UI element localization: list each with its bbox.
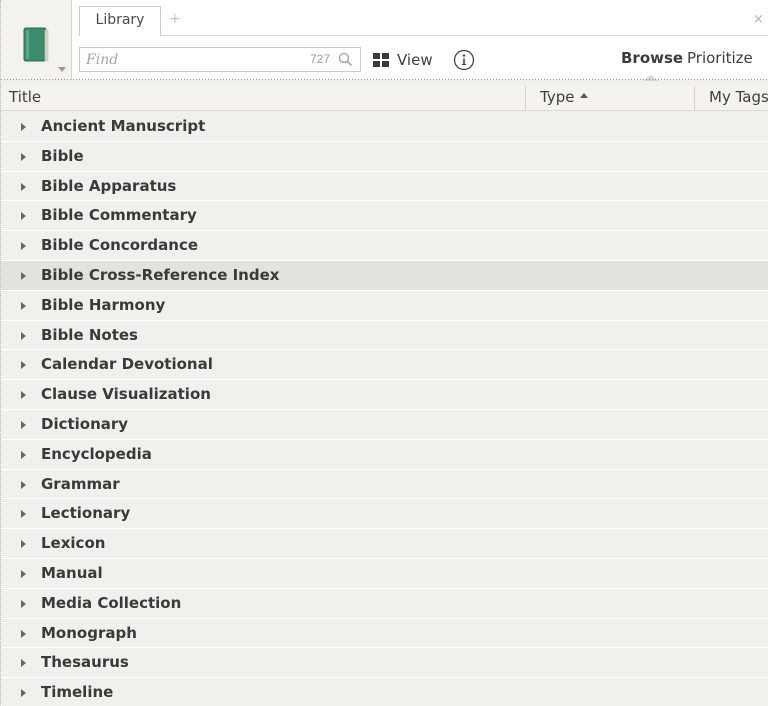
column-type-label: Type xyxy=(540,88,575,106)
add-tab-icon[interactable]: + xyxy=(169,11,181,27)
expand-arrow-icon[interactable] xyxy=(21,510,26,519)
find-box: 727 xyxy=(79,47,361,72)
expand-arrow-icon[interactable] xyxy=(21,450,26,459)
grid-icon xyxy=(373,53,389,67)
list-item[interactable]: Thesaurus xyxy=(1,648,768,679)
expand-arrow-icon[interactable] xyxy=(21,123,26,131)
expand-arrow-icon[interactable] xyxy=(21,480,26,489)
list-item-label: Clause Visualization xyxy=(41,385,211,404)
list-item-label: Bible Notes xyxy=(41,325,138,344)
expand-arrow-icon[interactable] xyxy=(21,331,26,340)
list-item-label: Manual xyxy=(41,563,103,582)
expand-arrow-icon[interactable] xyxy=(21,212,26,221)
list-item[interactable]: Bible Concordance xyxy=(1,231,768,261)
expand-arrow-icon[interactable] xyxy=(21,569,26,578)
list-item[interactable]: Calendar Devotional xyxy=(1,350,768,381)
search-icon[interactable] xyxy=(338,52,353,67)
list-item[interactable]: Bible Apparatus xyxy=(1,172,768,202)
toolbar-divider xyxy=(1,79,768,80)
expand-arrow-icon[interactable] xyxy=(21,659,26,668)
expand-arrow-icon[interactable] xyxy=(21,689,26,698)
expand-arrow-icon[interactable] xyxy=(21,182,26,191)
list-item-label: Media Collection xyxy=(41,593,182,612)
list-item-label: Encyclopedia xyxy=(41,444,152,463)
list-item[interactable]: Lectionary xyxy=(1,499,768,530)
sort-ascending-icon xyxy=(580,93,589,98)
expand-arrow-icon[interactable] xyxy=(21,242,26,251)
expand-arrow-icon[interactable] xyxy=(21,271,26,280)
expand-arrow-icon[interactable] xyxy=(21,599,26,608)
column-type[interactable]: Type xyxy=(540,88,589,106)
expand-arrow-icon[interactable] xyxy=(21,391,26,400)
result-count: 727 xyxy=(310,52,331,66)
list-item-label: Bible xyxy=(41,146,84,165)
book-icon xyxy=(23,27,49,62)
list-item[interactable]: Ancient Manuscript xyxy=(1,112,768,142)
column-separator[interactable] xyxy=(694,86,695,110)
list-item[interactable]: Media Collection xyxy=(1,589,768,619)
tab-prioritize[interactable]: Prioritize xyxy=(687,49,753,67)
list-item[interactable]: Clause Visualization xyxy=(1,380,768,410)
active-tab-pointer xyxy=(643,75,659,81)
tab-browse[interactable]: Browse xyxy=(621,49,683,67)
list-item-label: Dictionary xyxy=(41,414,129,433)
expand-arrow-icon[interactable] xyxy=(21,301,26,310)
column-header: Title Type My Tags xyxy=(1,86,768,111)
resource-type-list: Ancient Manuscript Bible Bible Apparatus Bi… xyxy=(1,112,768,706)
list-item-label: Bible Commentary xyxy=(41,206,197,225)
list-item-label: Bible Cross-Reference Index xyxy=(41,265,280,284)
library-panel: Library + × 727 View xyxy=(0,0,768,706)
list-item-label: Bible Concordance xyxy=(41,236,199,255)
column-my-tags[interactable]: My Tags xyxy=(709,88,768,106)
list-item[interactable]: Manual xyxy=(1,559,768,589)
search-input[interactable] xyxy=(86,48,286,71)
list-item-label: Timeline xyxy=(41,683,114,702)
list-item-label: Grammar xyxy=(41,474,120,493)
list-item-label: Lectionary xyxy=(41,504,131,523)
expand-arrow-icon[interactable] xyxy=(21,420,26,429)
list-item[interactable]: Encyclopedia xyxy=(1,440,768,470)
chevron-down-icon xyxy=(58,67,66,72)
column-separator[interactable] xyxy=(525,86,526,110)
column-title[interactable]: Title xyxy=(9,88,41,106)
expand-arrow-icon[interactable] xyxy=(21,361,26,370)
list-item[interactable]: Monograph xyxy=(1,619,768,649)
list-item-label: Lexicon xyxy=(41,534,106,553)
list-item-label: Calendar Devotional xyxy=(41,355,213,374)
tab-strip-divider xyxy=(161,35,768,36)
expand-arrow-icon[interactable] xyxy=(21,540,26,549)
list-item[interactable]: Bible Harmony xyxy=(1,291,768,321)
list-item[interactable]: Grammar xyxy=(1,470,768,500)
list-item-label: Ancient Manuscript xyxy=(41,117,206,135)
list-item[interactable]: Bible xyxy=(1,142,768,172)
expand-arrow-icon[interactable] xyxy=(21,629,26,638)
list-item[interactable]: Bible Cross-Reference Index xyxy=(1,260,768,291)
view-label: View xyxy=(397,51,433,69)
toolbar: Library + × 727 View xyxy=(1,0,768,81)
list-item-label: Monograph xyxy=(41,623,137,642)
list-item-label: Bible Apparatus xyxy=(41,176,177,195)
info-icon[interactable] xyxy=(453,49,475,71)
list-item[interactable]: Timeline xyxy=(1,678,768,706)
list-item-label: Thesaurus xyxy=(41,653,129,672)
list-item-label: Bible Harmony xyxy=(41,295,166,314)
list-item[interactable]: Dictionary xyxy=(1,410,768,440)
tab-library[interactable]: Library xyxy=(79,6,161,36)
list-item[interactable]: Bible Commentary xyxy=(1,201,768,232)
panel-menu-button[interactable] xyxy=(1,0,72,80)
close-icon[interactable]: × xyxy=(753,12,764,27)
expand-arrow-icon[interactable] xyxy=(21,152,26,161)
list-item[interactable]: Bible Notes xyxy=(1,321,768,351)
list-item[interactable]: Lexicon xyxy=(1,529,768,559)
